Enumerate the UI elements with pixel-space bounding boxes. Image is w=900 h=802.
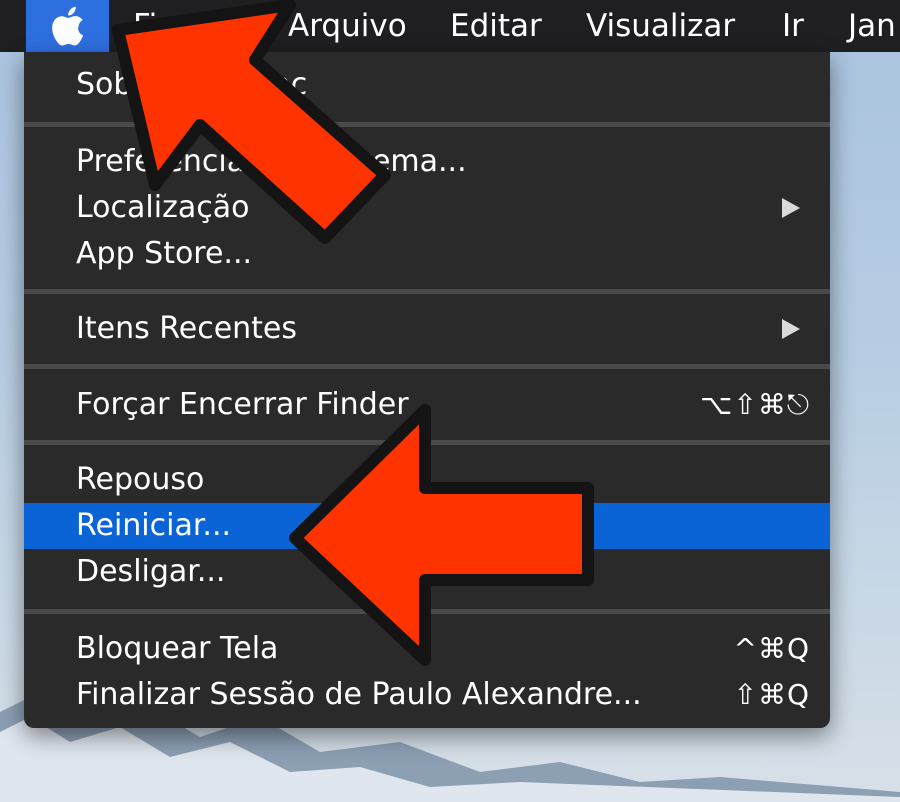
menu-item-reiniciar[interactable]: Reiniciar...: [24, 503, 830, 549]
menu-item-preferencias[interactable]: Preferências do Sistema...: [24, 139, 830, 185]
menu-item-forcar-encerrar[interactable]: Forçar Encerrar Finder ⌥⇧⌘⎋: [24, 382, 830, 428]
submenu-arrow-icon: [782, 319, 800, 339]
menu-item-app-store[interactable]: App Store...: [24, 231, 830, 277]
menu-item-bloquear-tela[interactable]: Bloquear Tela ^⌘Q: [24, 626, 830, 672]
menu-item-desligar[interactable]: Desligar...: [24, 549, 830, 595]
keyboard-shortcut: ⇧⌘Q: [733, 678, 810, 711]
menu-item-itens-recentes[interactable]: Itens Recentes: [24, 306, 830, 352]
menu-separator: [24, 364, 830, 369]
menu-separator: [24, 122, 830, 127]
menu-separator: [24, 440, 830, 445]
apple-logo-icon: [51, 6, 83, 46]
apple-menu-dropdown: Sobre Este Mac Preferências do Sistema..…: [24, 52, 830, 728]
keyboard-shortcut: ^⌘Q: [733, 632, 810, 665]
menubar-item-visualizar[interactable]: Visualizar: [586, 0, 735, 52]
apple-menu-button[interactable]: [26, 0, 109, 52]
menu-item-repouso[interactable]: Repouso: [24, 457, 830, 503]
menubar-item-ir[interactable]: Ir: [782, 0, 804, 52]
menubar-item-janela[interactable]: Jan: [848, 0, 896, 52]
menu-item-label: App Store...: [76, 236, 253, 271]
menu-item-label: Finalizar Sessão de Paulo Alexandre...: [76, 677, 642, 712]
menu-item-label: Localização: [76, 190, 250, 225]
menu-item-finalizar-sessao[interactable]: Finalizar Sessão de Paulo Alexandre... ⇧…: [24, 672, 830, 718]
menu-item-label: Sobre Este Mac: [76, 67, 308, 102]
submenu-arrow-icon: [782, 198, 800, 218]
menu-bar: Fi Arquivo Editar Visualizar Ir Jan: [0, 0, 900, 52]
menu-item-label: Desligar...: [76, 554, 226, 589]
menu-item-label: Preferências do Sistema...: [76, 144, 467, 179]
menu-item-localizacao[interactable]: Localização: [24, 185, 830, 231]
menu-item-label: Forçar Encerrar Finder: [76, 387, 409, 422]
keyboard-shortcut: ⌥⇧⌘⎋: [700, 388, 810, 421]
menu-item-label: Itens Recentes: [76, 311, 298, 346]
menu-item-label: Reiniciar...: [76, 508, 232, 543]
menubar-item-editar[interactable]: Editar: [450, 0, 542, 52]
menu-item-sobre-este-mac[interactable]: Sobre Este Mac: [24, 62, 830, 108]
menubar-item-finder[interactable]: Fi: [133, 0, 157, 52]
menu-separator: [24, 289, 830, 294]
menubar-item-arquivo[interactable]: Arquivo: [288, 0, 407, 52]
menu-item-label: Repouso: [76, 462, 205, 497]
menu-separator: [24, 609, 830, 614]
menu-item-label: Bloquear Tela: [76, 631, 279, 666]
